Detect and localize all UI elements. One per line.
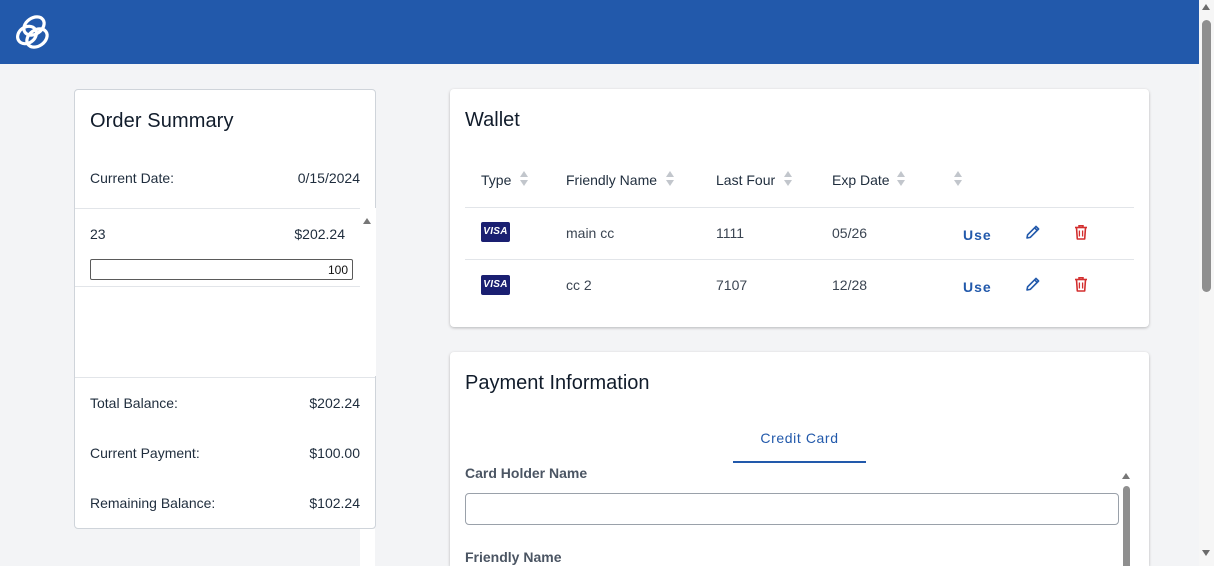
wallet-card: Wallet Type Friendly Name Last Four Exp … (450, 89, 1149, 327)
top-app-bar (0, 0, 1199, 64)
use-card-button[interactable]: Use (963, 279, 992, 295)
trash-icon[interactable] (1072, 223, 1090, 241)
trash-icon[interactable] (1072, 275, 1090, 293)
visa-card-icon: VISA (481, 222, 510, 242)
exp-date-cell: 05/26 (832, 225, 868, 241)
item-amount: $202.24 (294, 226, 345, 242)
pencil-icon[interactable] (1024, 223, 1042, 241)
wallet-title: Wallet (465, 109, 520, 131)
current-date-value: 0/15/2024 (297, 170, 360, 186)
items-scrollbar[interactable] (360, 208, 376, 376)
visa-card-icon: VISA (481, 275, 510, 295)
panel-edge (360, 529, 375, 566)
total-balance-value: $202.24 (309, 395, 360, 411)
items-scroll-up-icon[interactable] (363, 218, 371, 224)
friendly-name-cell: cc 2 (566, 277, 592, 293)
last-four-cell: 7107 (716, 277, 748, 293)
column-header-exp-date[interactable]: Exp Date (832, 172, 890, 188)
pencil-icon[interactable] (1024, 275, 1042, 293)
form-scroll-up-icon[interactable] (1122, 473, 1130, 479)
column-header-type[interactable]: Type (481, 172, 511, 188)
last-four-cell: 1111 (716, 225, 745, 241)
payment-information-title: Payment Information (465, 372, 650, 394)
page-scrollbar[interactable] (1199, 0, 1214, 566)
tab-credit-card[interactable]: Credit Card (733, 430, 866, 463)
friendly-name-cell: main cc (566, 225, 615, 241)
use-card-button[interactable]: Use (963, 227, 992, 243)
sort-icon[interactable] (666, 171, 675, 187)
exp-date-cell: 12/28 (832, 277, 868, 293)
current-date-label: Current Date: (90, 170, 175, 186)
column-header-friendly-name[interactable]: Friendly Name (566, 172, 657, 188)
item-id: 23 (90, 226, 106, 242)
order-summary-panel: Order Summary Current Date: 0/15/2024 23… (74, 89, 376, 529)
item-payment-input[interactable] (90, 259, 353, 280)
column-header-last-four[interactable]: Last Four (716, 172, 775, 188)
current-payment-value: $100.00 (309, 445, 360, 461)
table-divider (465, 259, 1134, 260)
sort-icon[interactable] (954, 171, 963, 187)
remaining-balance-value: $102.24 (309, 495, 360, 511)
divider (75, 286, 360, 287)
form-scrollbar-thumb[interactable] (1123, 486, 1130, 566)
sort-icon[interactable] (784, 171, 793, 187)
scroll-up-arrow-icon[interactable] (1202, 4, 1210, 10)
divider (75, 377, 375, 378)
interlocked-rings-logo[interactable] (14, 14, 54, 50)
payment-information-card: Payment Information Credit Card Card Hol… (450, 352, 1149, 566)
scrollbar-thumb[interactable] (1202, 20, 1211, 292)
card-holder-name-label: Card Holder Name (465, 465, 588, 481)
table-divider (465, 207, 1134, 208)
sort-icon[interactable] (897, 171, 906, 187)
order-summary-title: Order Summary (90, 110, 234, 132)
card-holder-name-input[interactable] (465, 493, 1119, 525)
friendly-name-label: Friendly Name (465, 549, 562, 565)
sort-icon[interactable] (520, 171, 529, 187)
divider (75, 208, 375, 209)
total-balance-label: Total Balance: (90, 395, 178, 411)
scroll-down-arrow-icon[interactable] (1202, 550, 1210, 556)
remaining-balance-label: Remaining Balance: (90, 495, 216, 511)
current-payment-label: Current Payment: (90, 445, 200, 461)
